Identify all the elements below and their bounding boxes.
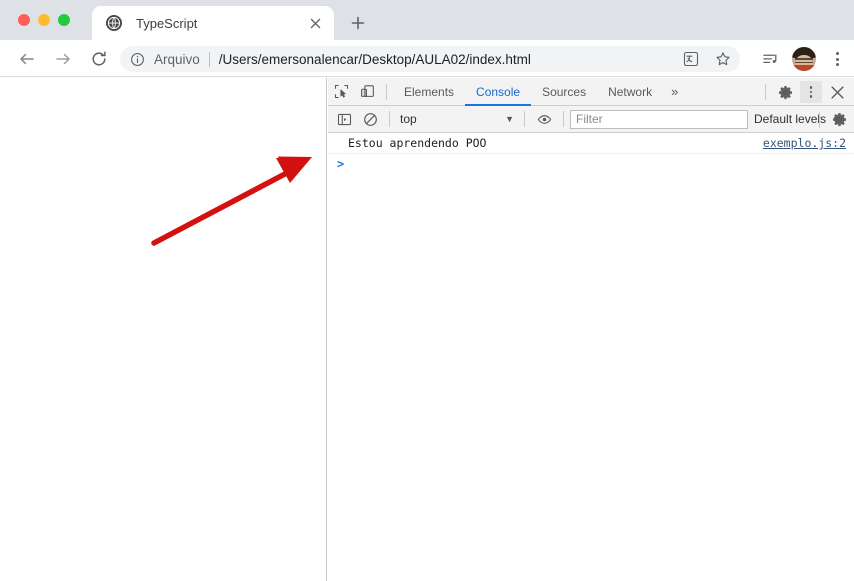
device-toolbar-icon[interactable] [354,79,380,105]
gear-icon[interactable] [772,79,798,105]
console-context-selector[interactable]: top ▼ [396,109,518,129]
console-filterbar: top ▼ Default levels ▼ [328,106,854,133]
tab-elements[interactable]: Elements [393,78,465,106]
filterbar-divider [819,111,820,128]
info-circle-icon[interactable] [129,51,146,68]
address-separator [208,51,210,67]
filterbar-divider [563,111,564,127]
tab-strip: TypeScript [0,0,854,40]
clear-console-icon[interactable] [357,106,383,132]
filterbar-divider [524,111,525,127]
filterbar-right-actions [813,106,852,133]
address-bar-actions [682,46,732,72]
more-tabs-icon[interactable]: » [663,78,686,106]
devtools-tabbar: Elements Console Sources Network » [328,78,854,106]
toolbar-divider [765,84,766,100]
console-message-list[interactable]: Estou aprendendo POO exemplo.js:2 > [328,134,854,581]
console-prompt-input[interactable] [350,157,846,172]
toolbar-right-actions [760,46,846,72]
chevron-down-icon: ▼ [505,114,514,124]
filterbar-divider [389,111,390,127]
star-icon[interactable] [714,50,732,68]
browser-window: TypeScript Arquivo /Users/emersonalencar… [0,0,854,581]
devtools-tabbar-actions [759,78,854,106]
address-url-text: /Users/emersonalencar/Desktop/AULA02/ind… [218,51,531,67]
console-source-link[interactable]: exemplo.js:2 [763,136,846,151]
kebab-menu-icon[interactable] [828,49,846,69]
tab-network[interactable]: Network [597,78,663,106]
close-icon[interactable] [824,79,850,105]
window-minimize-button[interactable] [38,14,50,26]
window-maximize-button[interactable] [58,14,70,26]
tab-sources[interactable]: Sources [531,78,597,106]
avatar[interactable] [792,47,816,71]
translate-icon[interactable] [682,50,700,68]
new-tab-button[interactable] [348,13,368,33]
address-scheme-label: Arquivo [154,51,200,67]
prompt-chevron-icon: > [337,157,345,171]
back-button[interactable] [16,48,38,70]
page-viewport [0,78,327,581]
console-filter-input[interactable] [570,109,748,129]
browser-tab-typescript[interactable]: TypeScript [92,6,334,40]
toolbar-divider [386,83,387,100]
window-close-button[interactable] [18,14,30,26]
console-message-row[interactable]: Estou aprendendo POO exemplo.js:2 [328,134,854,154]
console-context-value: top [400,112,417,126]
console-sidebar-icon[interactable] [331,106,357,132]
media-playlist-icon[interactable] [760,49,780,69]
console-prompt-row[interactable]: > [328,154,854,174]
console-message-text: Estou aprendendo POO [348,136,487,150]
kebab-menu-icon[interactable] [800,81,822,103]
live-expression-icon[interactable] [531,106,557,132]
reload-button[interactable] [88,48,110,70]
forward-button[interactable] [52,48,74,70]
inspect-element-icon[interactable] [328,79,354,105]
globe-icon [106,15,122,31]
window-traffic-lights [18,14,70,26]
gear-icon[interactable] [826,107,852,133]
devtools-panel: Elements Console Sources Network » top ▼… [328,78,854,581]
close-icon[interactable] [306,14,324,32]
browser-toolbar: Arquivo /Users/emersonalencar/Desktop/AU… [0,40,854,77]
browser-tab-title: TypeScript [136,15,198,31]
address-bar[interactable]: Arquivo /Users/emersonalencar/Desktop/AU… [120,46,740,72]
tab-console[interactable]: Console [465,78,531,106]
